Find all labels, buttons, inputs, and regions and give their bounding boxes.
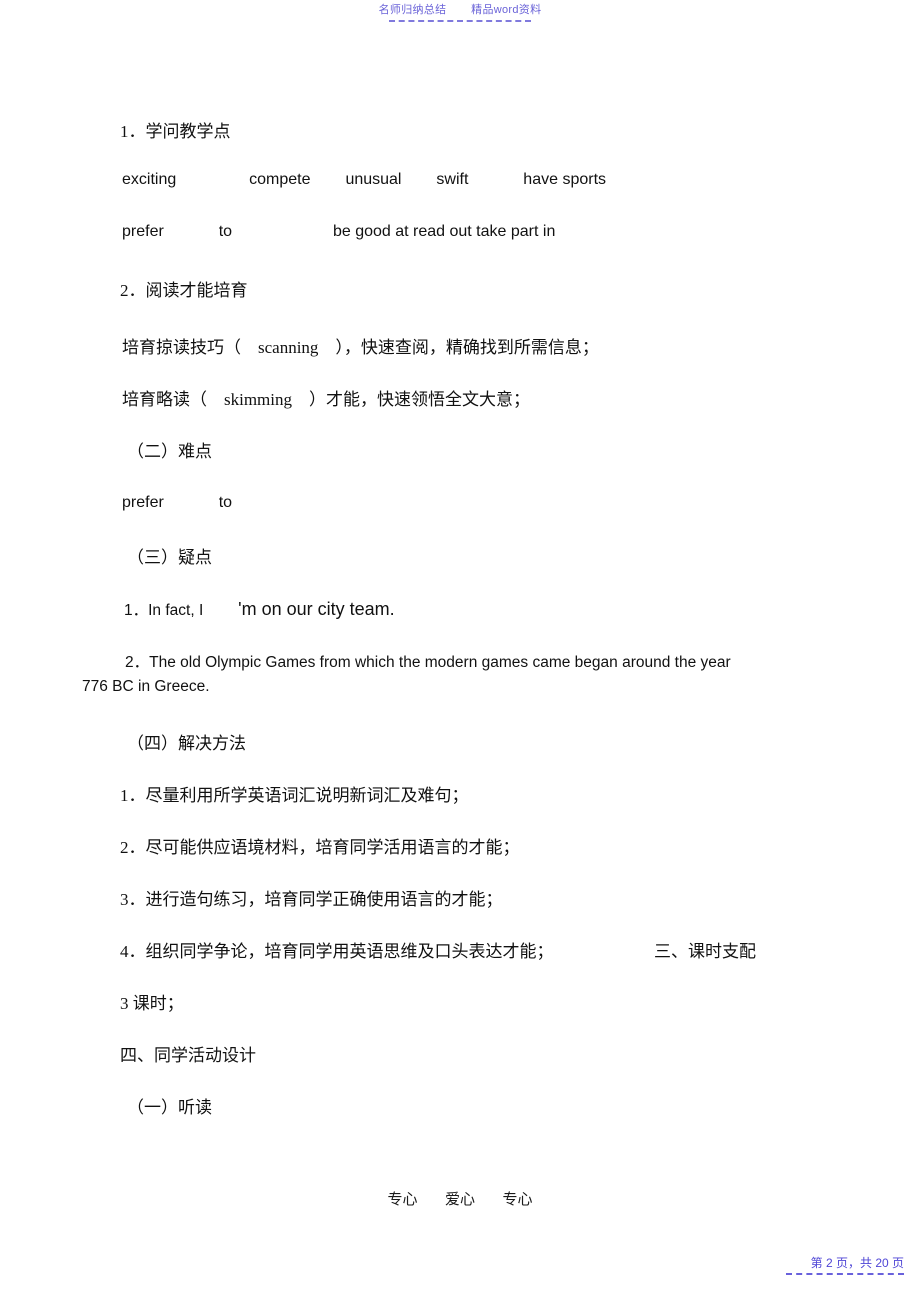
footer-item-3: 专心: [502, 1192, 533, 1208]
sentence-body: 'm on our city team.: [238, 599, 395, 619]
solution-item-4: 4．组织同学争论，培育同学用英语思维及口头表达才能； 三、课时支配: [120, 937, 756, 962]
heading-solutions: （四）解决方法: [127, 729, 246, 754]
footer-item-2: 爱心: [444, 1192, 475, 1208]
solution-item-2: 2．尽可能供应语境材料，培育同学活用语言的才能；: [120, 833, 520, 858]
page-header-watermark: 名师归纳总结 精品word资料: [0, 4, 920, 17]
line-text: 2．The old Olympic Games from which the m…: [125, 654, 731, 671]
vocabulary-row-2: prefer to be good at read out take part …: [122, 223, 555, 241]
line-text: （一）听读: [127, 1098, 212, 1117]
doubt-sentence-1: 1．In fact, I 'm on our city team.: [124, 598, 395, 620]
line-text: （四）解决方法: [127, 734, 246, 753]
line-text: 培育略读（ skimming ）才能，快速领悟全文大意；: [122, 390, 531, 409]
heading-student-activities: 四、同学活动设计: [120, 1041, 256, 1066]
line-text: 3．进行造句练习，培育同学正确使用语言的才能；: [120, 890, 503, 909]
word-to: to: [218, 223, 233, 240]
heading-knowledge-points: 1．学问教学点: [120, 117, 231, 142]
line-text: 776 BC in Greece.: [82, 678, 210, 695]
line-text: 3 课时；: [120, 994, 184, 1013]
vocabulary-row-1: exciting compete unusual swift have spor…: [122, 171, 606, 189]
line-text: 1．学问教学点: [120, 122, 231, 141]
solution-item-1: 1．尽量利用所学英语词汇说明新词汇及难句；: [120, 781, 469, 806]
doubt-sentence-2-line-2: 776 BC in Greece.: [82, 678, 210, 696]
doubt-sentence-2-line-1: 2．The old Olympic Games from which the m…: [125, 650, 731, 672]
line-text: 四、同学活动设计: [120, 1046, 256, 1065]
footer-item-1: 专心: [387, 1192, 418, 1208]
line-text: 1．尽量利用所学英语词汇说明新词汇及难句；: [120, 786, 469, 805]
word-compete: compete: [249, 171, 311, 188]
word-swift: swift: [436, 171, 469, 188]
solution-item-3: 3．进行造句练习，培育同学正确使用语言的才能；: [120, 885, 503, 910]
line-text: 2．阅读才能培育: [120, 281, 248, 300]
word-prefer: prefer: [122, 494, 164, 511]
phrase-have-sports: have sports: [523, 171, 607, 188]
heading-reading-ability: 2．阅读才能培育: [120, 276, 248, 301]
paragraph-scanning: 培育掠读技巧（ scanning ），快速查阅，精确找到所需信息；: [122, 333, 599, 358]
heading-difficult-points: （二）难点: [127, 437, 212, 462]
page-footer: 专心 爱心 专心: [0, 1188, 920, 1209]
class-hours-value: 3 课时；: [120, 989, 184, 1014]
difficult-phrase-row: prefer to: [122, 494, 232, 512]
header-dashed-rule: [389, 20, 531, 22]
phrase-group: be good at read out take part in: [332, 223, 556, 240]
word-to: to: [218, 494, 233, 511]
sentence-prefix: 1．In fact, I: [124, 602, 204, 619]
activity-item-listening: （一）听读: [127, 1093, 212, 1118]
heading-class-hours: 三、课时支配: [654, 942, 756, 961]
word-unusual: unusual: [345, 171, 402, 188]
paragraph-skimming: 培育略读（ skimming ）才能，快速领悟全文大意；: [122, 385, 530, 410]
line-text: （三）疑点: [127, 548, 212, 567]
header-left-text: 名师归纳总结: [378, 4, 447, 16]
page-number-indicator: 第 2 页，共 20 页: [810, 1256, 904, 1270]
line-text: 培育掠读技巧（ scanning ），快速查阅，精确找到所需信息；: [122, 338, 599, 357]
word-prefer: prefer: [122, 223, 164, 240]
line-text: 4．组织同学争论，培育同学用英语思维及口头表达才能；: [120, 942, 554, 961]
page-number-dashed-rule: [786, 1273, 904, 1275]
word-exciting: exciting: [122, 171, 177, 188]
line-text: 2．尽可能供应语境材料，培育同学活用语言的才能；: [120, 838, 520, 857]
heading-doubtful-points: （三）疑点: [127, 543, 212, 568]
line-text: （二）难点: [127, 442, 212, 461]
header-right-text: 精品word资料: [471, 4, 542, 16]
